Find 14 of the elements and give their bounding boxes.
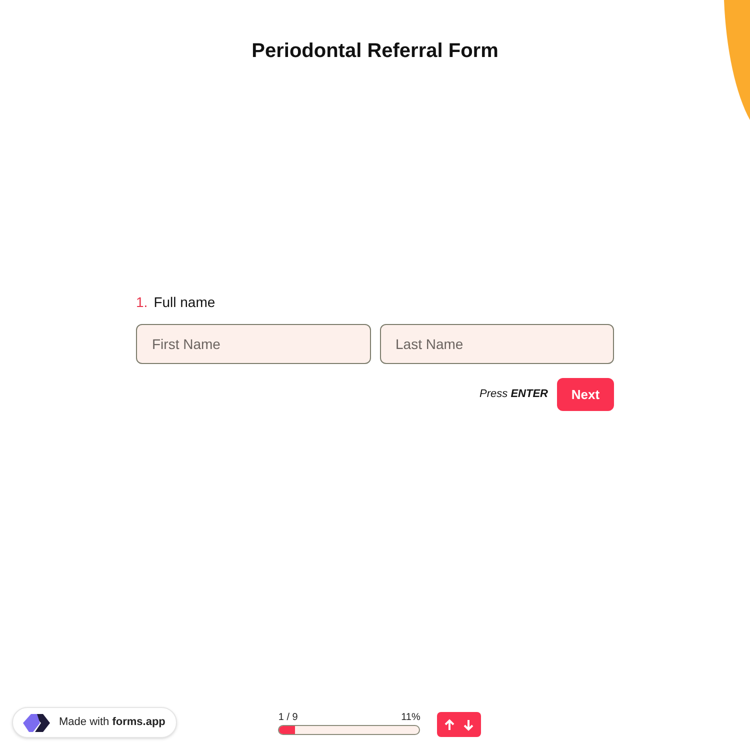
arrow-down-icon[interactable] xyxy=(463,718,474,730)
arrow-up-icon[interactable] xyxy=(444,718,456,730)
form-title: Periodontal Referral Form xyxy=(252,39,498,64)
name-field[interactable]: Last Name xyxy=(380,324,614,364)
name-field[interactable]: First Name xyxy=(136,324,370,364)
progress-percent: 11% xyxy=(401,711,420,725)
question-number: 1. xyxy=(136,293,148,312)
logo-icon xyxy=(21,712,51,734)
enter-hint: Press ENTER xyxy=(480,387,548,402)
question-label: Full name xyxy=(154,293,216,312)
next-button[interactable]: Next xyxy=(557,378,614,411)
made-with-badge[interactable]: Made with forms.app xyxy=(12,707,178,738)
badge-text: Made with forms.app xyxy=(59,715,166,730)
step-count: 1 / 9 xyxy=(278,711,298,725)
